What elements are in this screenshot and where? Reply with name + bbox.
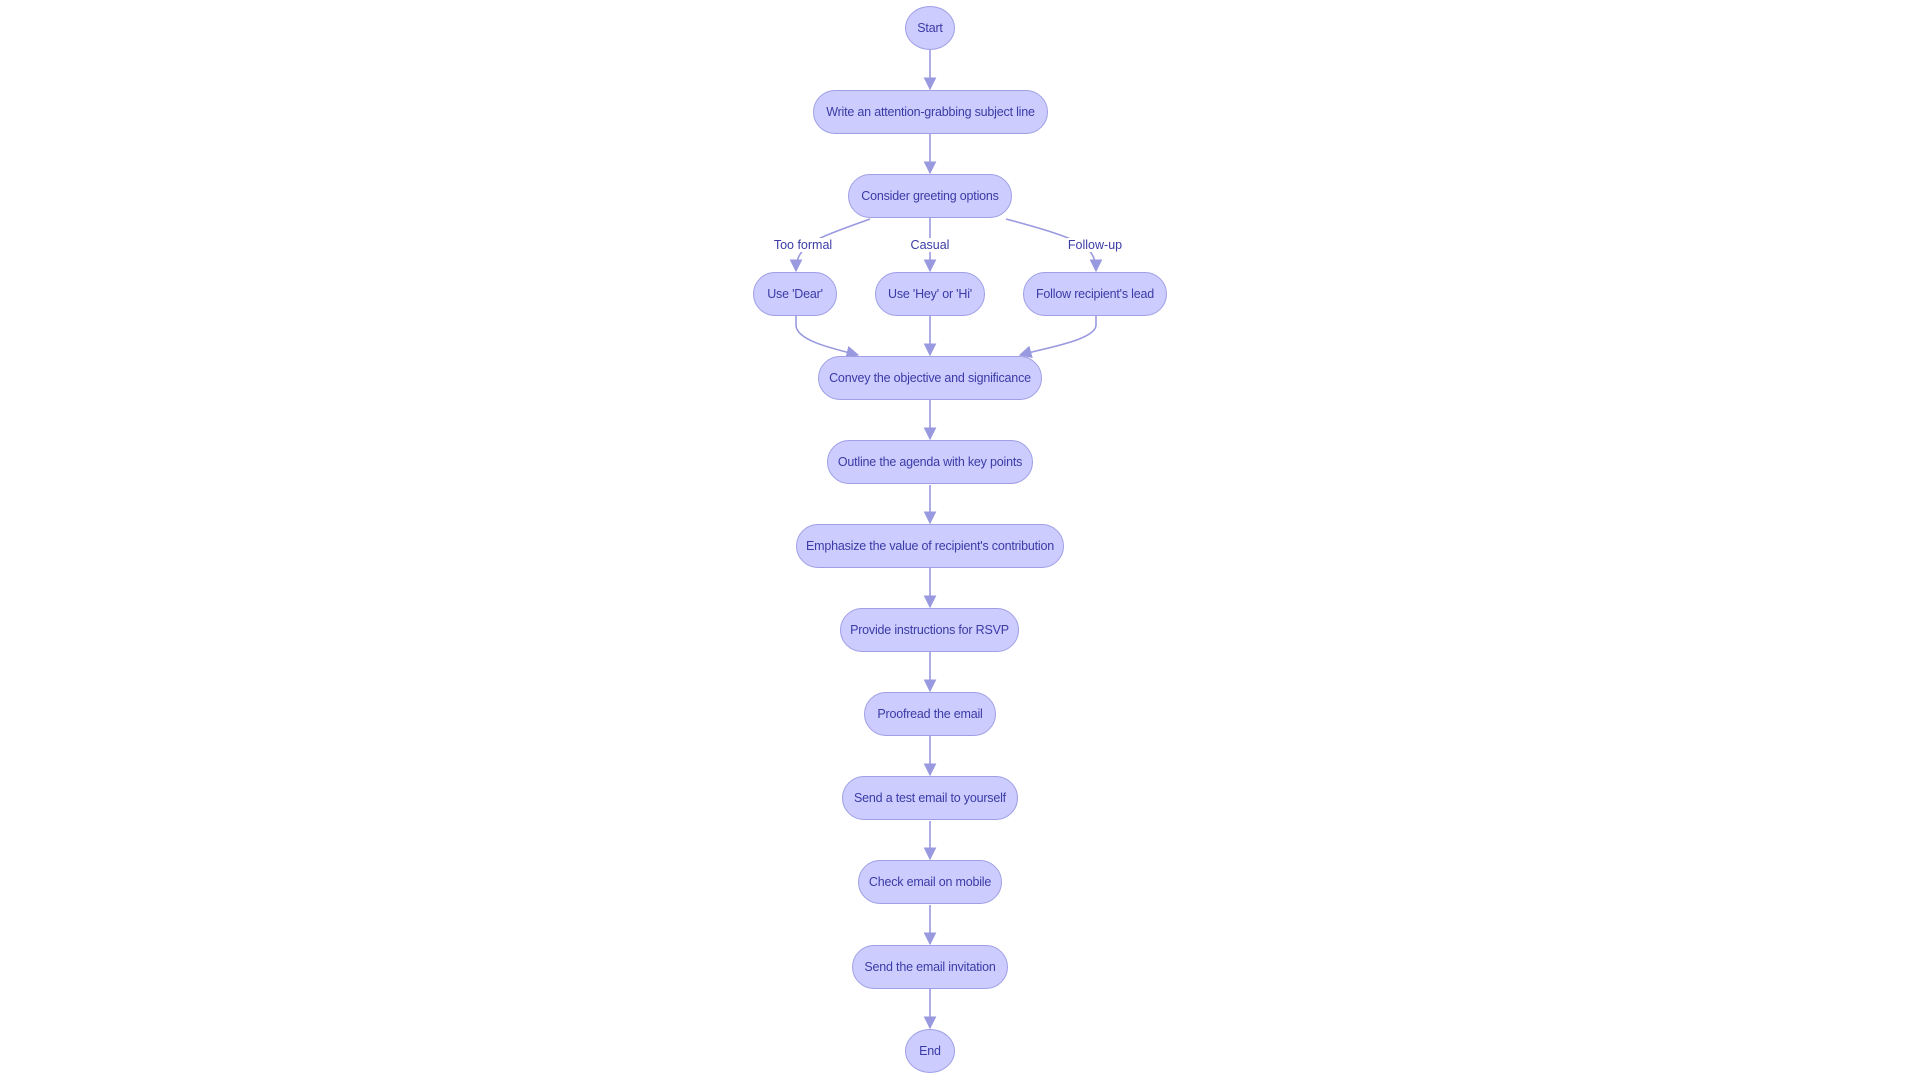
node-use-hey-hi[interactable]: Use 'Hey' or 'Hi' [875,272,985,316]
edge-follow-convey [1018,316,1097,359]
edge-label-follow-up: Follow-up [1066,238,1124,252]
node-check-mobile[interactable]: Check email on mobile [858,860,1002,904]
edge-label-casual: Casual [909,238,951,252]
node-end[interactable]: End [905,1029,955,1073]
node-use-dear[interactable]: Use 'Dear' [753,272,837,316]
edge-label-too-formal: Too formal [772,238,834,252]
node-send-test-email[interactable]: Send a test email to yourself [842,776,1018,820]
node-consider-greeting[interactable]: Consider greeting options [848,174,1012,218]
node-follow-recipient-lead[interactable]: Follow recipient's lead [1023,272,1167,316]
node-send-invitation[interactable]: Send the email invitation [852,945,1008,989]
node-convey-objective[interactable]: Convey the objective and significance [818,356,1042,400]
node-rsvp-instructions[interactable]: Provide instructions for RSVP [840,608,1019,652]
node-emphasize-value[interactable]: Emphasize the value of recipient's contr… [796,524,1064,568]
edge-dear-convey [795,316,860,359]
node-proofread[interactable]: Proofread the email [864,692,996,736]
node-start[interactable]: Start [905,6,955,50]
node-outline-agenda[interactable]: Outline the agenda with key points [827,440,1033,484]
node-write-subject-line[interactable]: Write an attention-grabbing subject line [813,90,1048,134]
flowchart-canvas: Too formal Casual Follow-up Start Write … [0,0,1920,1080]
